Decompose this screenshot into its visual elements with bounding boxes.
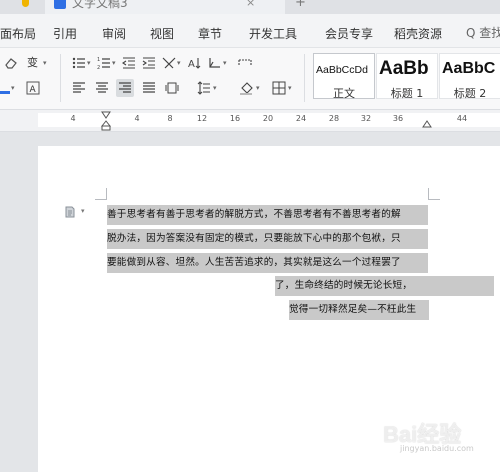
menu-review[interactable]: 审阅 — [102, 25, 126, 42]
line-spacing-icon[interactable] — [197, 81, 211, 95]
distributed-align-icon[interactable] — [165, 81, 179, 95]
menu-docer-resources[interactable]: 稻壳资源 — [394, 25, 442, 42]
style-heading-2[interactable]: AaBbC 标题 2 — [439, 53, 500, 100]
style-heading-1-label: 标题 1 — [390, 87, 424, 100]
menu-references[interactable]: 引用 — [53, 25, 77, 42]
style-heading-1[interactable]: AaBb 标题 1 — [376, 53, 438, 100]
style-normal[interactable]: AaBbCcDd 正文 — [313, 53, 375, 100]
close-tab-icon[interactable]: × — [246, 0, 255, 9]
ribbon-separator — [304, 54, 305, 102]
document-file-icon — [54, 0, 66, 9]
phonetic-guide-icon[interactable]: 变 — [27, 55, 41, 69]
align-right-button[interactable] — [116, 79, 134, 97]
ruler-tick: 28 — [328, 114, 340, 123]
menu-developer-tools[interactable]: 开发工具 — [249, 25, 297, 42]
first-line-indent-marker[interactable] — [101, 111, 111, 131]
borders-caret-icon[interactable]: ▾ — [288, 84, 292, 92]
svg-text:A: A — [188, 59, 195, 70]
style-normal-label: 正文 — [333, 87, 355, 100]
document-text-line[interactable]: 觉得一切释然足矣—不枉此生 — [289, 300, 429, 320]
ruler-tick: 44 — [456, 114, 468, 123]
style-heading-2-label: 标题 2 — [453, 87, 487, 100]
table-of-contents-icon[interactable] — [238, 56, 252, 70]
watermark-url: jingyan.baidu.com — [400, 444, 474, 453]
bullet-list-icon[interactable] — [72, 56, 86, 70]
document-text-line[interactable]: 了，生命终结的时候无论长短， — [275, 276, 494, 296]
document-tab-title[interactable]: 文字文稿3 — [72, 0, 128, 11]
ruler-tick: 12 — [196, 114, 208, 123]
show-marks-caret-icon[interactable]: ▾ — [223, 59, 227, 67]
bullet-list-caret-icon[interactable]: ▾ — [87, 59, 91, 67]
ruler-tick: 32 — [360, 114, 372, 123]
char-border-icon[interactable]: A — [26, 81, 40, 95]
ribbon-separator — [60, 54, 61, 102]
top-left-margin-mark — [95, 188, 107, 200]
phonetic-caret-icon[interactable]: ▾ — [43, 59, 47, 67]
numbered-list-caret-icon[interactable]: ▾ — [112, 59, 116, 67]
ruler-tick: 8 — [167, 114, 173, 123]
top-right-margin-mark — [428, 188, 440, 200]
justify-icon[interactable] — [142, 81, 156, 95]
font-color-caret-icon[interactable]: ▾ — [11, 84, 15, 92]
line-spacing-caret-icon[interactable]: ▾ — [213, 84, 217, 92]
show-marks-icon[interactable] — [208, 56, 222, 70]
eraser-icon[interactable] — [4, 56, 18, 70]
borders-icon[interactable] — [272, 81, 286, 95]
document-text-line[interactable]: 善于思考者有善于思考者的解脱方式，不善思考者有不善思考者的解 — [107, 205, 428, 225]
decrease-indent-icon[interactable] — [122, 56, 136, 70]
window-tab-strip: 文字文稿3 × + — [0, 0, 500, 14]
shading-caret-icon[interactable]: ▾ — [256, 84, 260, 92]
chinese-layout-icon[interactable] — [162, 56, 176, 70]
right-indent-marker[interactable] — [422, 111, 432, 131]
svg-text:2: 2 — [97, 65, 100, 70]
align-left-icon[interactable] — [72, 81, 86, 95]
menu-member[interactable]: 会员专享 — [325, 25, 373, 42]
ruler-tick: 24 — [295, 114, 307, 123]
document-text-line[interactable]: 要能做到从容、坦然。人生苦苦追求的，其实就是这么一个过程罢了 — [107, 253, 428, 273]
svg-text:A: A — [30, 85, 37, 95]
ruler-tick: 16 — [229, 114, 241, 123]
document-text-line[interactable]: 脱办法，因为答案没有固定的模式，只要能放下心中的那个包袱，只 — [107, 229, 428, 249]
style-heading-2-sample: AaBbC — [442, 60, 496, 77]
ruler-tick: 4 — [134, 114, 140, 123]
ruler-tick: 20 — [262, 114, 274, 123]
menu-bar: 面布局 引用 审阅 视图 章节 开发工具 会员专享 稻壳资源 Q 查找 — [0, 14, 500, 48]
menu-page-layout[interactable]: 面布局 — [0, 25, 36, 42]
style-heading-1-sample: AaBb — [379, 58, 429, 79]
new-tab-button[interactable]: + — [295, 0, 306, 10]
chinese-layout-caret-icon[interactable]: ▾ — [177, 59, 181, 67]
sort-icon[interactable]: A — [188, 56, 202, 70]
menu-view[interactable]: 视图 — [150, 25, 174, 42]
ruler-tick: 4 — [70, 114, 76, 123]
app-logo-icon — [22, 0, 29, 7]
svg-text:变: 变 — [27, 55, 38, 69]
ruler-tick: 36 — [392, 114, 404, 123]
ribbon-toolbar: 变 ▾ ▾ A ▾ 12 ▾ ▾ A ▾ ▾ ▾ ▾ AaBbCcDd 正文 A… — [0, 48, 500, 110]
align-center-icon[interactable] — [95, 81, 109, 95]
paragraph-handle-icon[interactable] — [64, 206, 76, 218]
style-normal-sample: AaBbCcDd — [316, 64, 368, 76]
numbered-list-icon[interactable]: 12 — [97, 56, 111, 70]
menu-section[interactable]: 章节 — [198, 25, 222, 42]
horizontal-ruler: 4 4 8 12 16 20 24 28 32 36 44 — [0, 110, 500, 132]
increase-indent-icon[interactable] — [142, 56, 156, 70]
svg-text:1: 1 — [97, 57, 100, 63]
shading-icon[interactable] — [240, 81, 254, 95]
search-command[interactable]: Q 查找 — [466, 24, 500, 41]
paragraph-caret-icon[interactable]: ▾ — [81, 207, 85, 215]
